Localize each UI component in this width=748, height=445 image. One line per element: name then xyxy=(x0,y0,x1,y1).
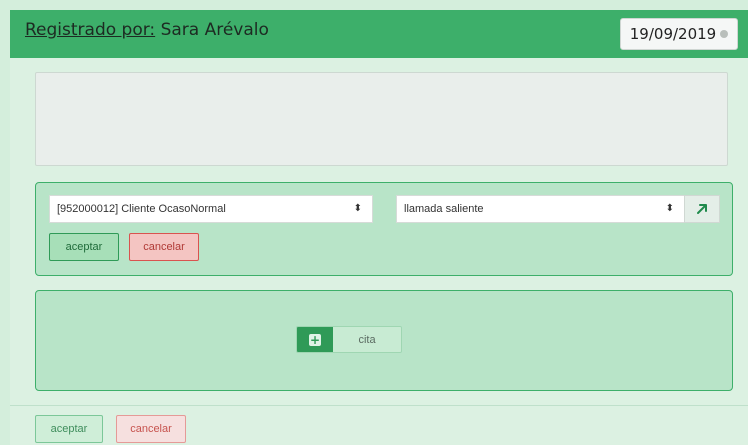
arrow-up-right-icon xyxy=(697,204,707,214)
footer-cancel-button[interactable]: cancelar xyxy=(116,415,186,443)
call-form-panel: [952000012] Cliente OcasoNormal ⬍ llamad… xyxy=(35,182,733,276)
sort-caret-icon: ⬍ xyxy=(353,203,362,214)
registered-by-name: Sara Arévalo xyxy=(160,20,269,40)
call-type-select-value: llamada saliente xyxy=(404,203,484,215)
date-value: 19/09/2019 xyxy=(629,25,717,43)
client-select[interactable]: [952000012] Cliente OcasoNormal ⬍ xyxy=(49,195,373,223)
registered-by-label: Registrado por: xyxy=(25,20,156,40)
add-appointment-label[interactable]: cita xyxy=(333,327,401,352)
header-bar: Registrado por: Sara Arévalo 19/09/2019 xyxy=(10,10,748,58)
add-item-panel: + cita xyxy=(35,290,733,391)
date-field[interactable]: 19/09/2019 xyxy=(620,18,738,50)
notes-textarea[interactable] xyxy=(35,72,728,166)
add-icon-button[interactable]: + xyxy=(297,327,333,352)
main-content: [952000012] Cliente OcasoNormal ⬍ llamad… xyxy=(10,58,748,405)
open-external-button[interactable] xyxy=(684,195,720,223)
call-type-select[interactable]: llamada saliente ⬍ xyxy=(396,195,685,223)
footer-accept-button[interactable]: aceptar xyxy=(35,415,103,443)
plus-square-icon: + xyxy=(309,332,321,347)
registered-by: Registrado por: Sara Arévalo xyxy=(25,20,269,40)
footer-bar: aceptar cancelar xyxy=(10,406,748,445)
form-cancel-button[interactable]: cancelar xyxy=(129,233,199,261)
clear-icon[interactable] xyxy=(720,30,729,38)
add-appointment-button[interactable]: + cita xyxy=(296,326,402,353)
form-accept-button[interactable]: aceptar xyxy=(49,233,119,261)
sort-caret-icon: ⬍ xyxy=(665,203,674,214)
client-select-value: [952000012] Cliente OcasoNormal xyxy=(57,203,226,215)
